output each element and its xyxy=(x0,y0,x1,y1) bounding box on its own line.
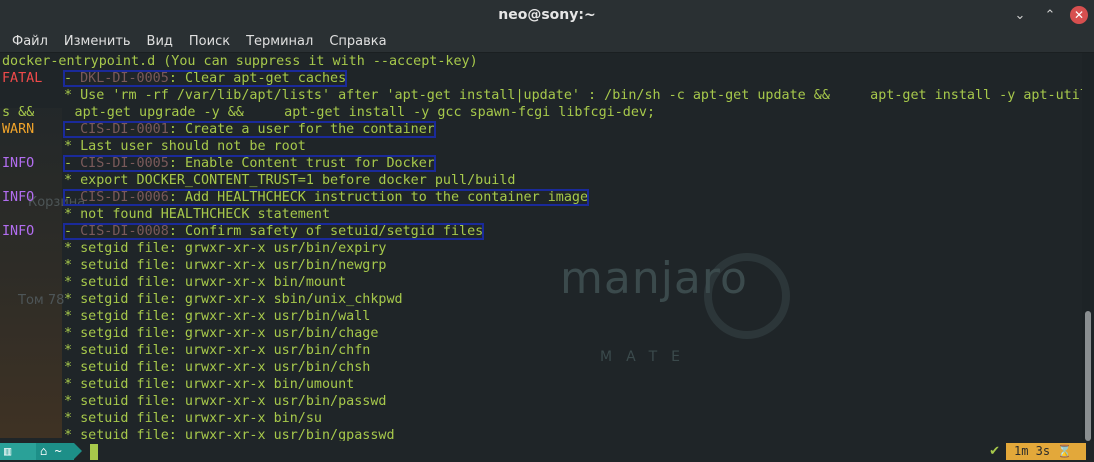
line-text: * setuid file: urwxr-xr-x usr/bin/chsh xyxy=(64,360,371,375)
line-text: * setuid file: urwxr-xr-x usr/bin/passwd xyxy=(64,394,387,409)
terminal-line: * Use 'rm -rf /var/lib/apt/lists' after … xyxy=(2,87,1082,104)
line-text: * setuid file: urwxr-xr-x usr/bin/chfn xyxy=(64,343,371,358)
terminal-line: docker-entrypoint.d (You can suppress it… xyxy=(2,53,1082,70)
menu-view[interactable]: Вид xyxy=(139,34,181,49)
check-title: Clear apt-get caches xyxy=(184,71,347,86)
check-title: Enable Content trust for Docker xyxy=(184,156,435,171)
check-code: DKL-DI-0005 xyxy=(80,71,169,86)
line-text: * setgid file: grwxr-xr-x usr/bin/expiry xyxy=(64,241,387,256)
menu-terminal[interactable]: Терминал xyxy=(238,34,321,49)
line-text: * setgid file: grwxr-xr-x usr/bin/wall xyxy=(64,309,371,324)
terminal-line: WARN - CIS-DI-0001: Create a user for the… xyxy=(2,121,1082,138)
line-text: * not found HEALTHCHECK statement xyxy=(64,207,331,222)
terminal-line: FATAL - DKL-DI-0005: Clear apt-get caches xyxy=(2,70,1082,87)
menu-search[interactable]: Поиск xyxy=(181,34,238,49)
line-text: docker-entrypoint.d (You can suppress it… xyxy=(2,54,478,69)
prompt-arrow-icon xyxy=(74,443,82,459)
menu-file[interactable]: Файл xyxy=(4,34,56,49)
terminal-line: INFO - CIS-DI-0008: Confirm safety of set… xyxy=(2,223,1082,240)
check-title: Create a user for the container xyxy=(184,122,435,137)
terminal-line: * setuid file: urwxr-xr-x bin/umount xyxy=(2,376,1082,393)
terminal-line: * export DOCKER_CONTENT_TRUST=1 before d… xyxy=(2,172,1082,189)
terminal-output[interactable]: manjaro MATE Корзина Том 78 docker-entry… xyxy=(0,53,1082,441)
terminal-line: * setuid file: urwxr-xr-x usr/bin/chfn xyxy=(2,342,1082,359)
log-level: INFO xyxy=(2,224,35,239)
shell-prompt[interactable]: ▥ ⌂ ~ ✔ 1m 3s ⌛ xyxy=(0,441,1094,462)
terminal-line: * setgid file: grwxr-xr-x usr/bin/expiry xyxy=(2,240,1082,257)
check-entry: - CIS-DI-0008: Confirm safety of setuid/… xyxy=(62,223,485,240)
terminal-line: * Last user should not be root xyxy=(2,138,1082,155)
terminal-line: * setgid file: grwxr-xr-x usr/bin/wall xyxy=(2,308,1082,325)
maximize-button[interactable]: ⌃ xyxy=(1040,5,1060,25)
window-title: neo@sony:~ xyxy=(498,7,596,23)
menu-help[interactable]: Справка xyxy=(321,34,394,49)
line-text: * setuid file: urwxr-xr-x usr/bin/newgrp xyxy=(64,258,387,273)
terminal-lines: docker-entrypoint.d (You can suppress it… xyxy=(2,53,1082,441)
check-code: CIS-DI-0005 xyxy=(80,156,169,171)
window-controls: ⌄ ⌃ ✕ xyxy=(1010,5,1088,25)
line-text: * setuid file: urwxr-xr-x bin/su xyxy=(64,411,322,426)
line-text: * setuid file: urwxr-xr-x bin/mount xyxy=(64,275,347,290)
log-level: INFO xyxy=(2,190,35,205)
terminal-line: * setuid file: urwxr-xr-x bin/mount xyxy=(2,274,1082,291)
check-entry: - CIS-DI-0001: Create a user for the con… xyxy=(63,121,436,138)
terminal-line: INFO - CIS-DI-0005: Enable Content trust … xyxy=(2,155,1082,172)
check-title: Add HEALTHCHECK instruction to the conta… xyxy=(184,190,589,205)
check-entry: - CIS-DI-0005: Enable Content trust for … xyxy=(63,155,436,172)
manjaro-icon: ▥ xyxy=(0,443,36,460)
log-level: FATAL xyxy=(2,71,43,86)
terminal-line: * setuid file: urwxr-xr-x usr/bin/chsh xyxy=(2,359,1082,376)
text-cursor[interactable] xyxy=(90,444,98,460)
line-text: * export DOCKER_CONTENT_TRUST=1 before d… xyxy=(64,173,516,188)
terminal-line: * setgid file: grwxr-xr-x usr/bin/chage xyxy=(2,325,1082,342)
check-icon: ✔ xyxy=(989,444,1000,459)
line-text: * Use 'rm -rf /var/lib/apt/lists' after … xyxy=(64,88,1082,103)
line-text: * Last user should not be root xyxy=(64,139,306,154)
title-bar[interactable]: neo@sony:~ ⌄ ⌃ ✕ xyxy=(0,0,1094,30)
terminal-line: * setuid file: urwxr-xr-x usr/bin/gpassw… xyxy=(2,427,1082,441)
check-title: Confirm safety of setuid/setgid files xyxy=(184,224,484,239)
menu-edit[interactable]: Изменить xyxy=(56,34,139,49)
terminal-line: * setuid file: urwxr-xr-x usr/bin/newgrp xyxy=(2,257,1082,274)
menu-bar: Файл Изменить Вид Поиск Терминал Справка xyxy=(0,30,1094,53)
scrollbar[interactable] xyxy=(1082,53,1094,441)
line-text: * setgid file: grwxr-xr-x sbin/unix_chkp… xyxy=(64,292,403,307)
check-entry: - CIS-DI-0006: Add HEALTHCHECK instructi… xyxy=(62,189,590,206)
terminal-line: * setgid file: grwxr-xr-x sbin/unix_chkp… xyxy=(2,291,1082,308)
terminal-line: * setuid file: urwxr-xr-x usr/bin/passwd xyxy=(2,393,1082,410)
check-code: CIS-DI-0001 xyxy=(80,122,169,137)
terminal-window: neo@sony:~ ⌄ ⌃ ✕ Файл Изменить Вид Поиск… xyxy=(0,0,1094,462)
close-button[interactable]: ✕ xyxy=(1070,6,1088,24)
line-text: * setgid file: grwxr-xr-x usr/bin/chage xyxy=(64,326,379,341)
line-text: * setuid file: urwxr-xr-x usr/bin/gpassw… xyxy=(64,428,395,441)
check-code: CIS-DI-0008 xyxy=(80,224,169,239)
home-icon: ⌂ ~ xyxy=(36,443,74,460)
terminal-line: INFO - CIS-DI-0006: Add HEALTHCHECK instr… xyxy=(2,189,1082,206)
log-level: INFO xyxy=(2,156,35,171)
line-text: s && apt-get upgrade -y && apt-get insta… xyxy=(2,105,656,120)
command-timer: 1m 3s ⌛ xyxy=(1006,443,1086,460)
line-text: * setuid file: urwxr-xr-x bin/umount xyxy=(64,377,355,392)
terminal-line: * not found HEALTHCHECK statement xyxy=(2,206,1082,223)
log-level: WARN xyxy=(2,122,35,137)
terminal-line: s && apt-get upgrade -y && apt-get insta… xyxy=(2,104,1082,121)
check-entry: - DKL-DI-0005: Clear apt-get caches xyxy=(62,70,348,87)
scrollbar-thumb[interactable] xyxy=(1085,311,1091,441)
minimize-button[interactable]: ⌄ xyxy=(1010,5,1030,25)
check-code: CIS-DI-0006 xyxy=(80,190,169,205)
terminal-line: * setuid file: urwxr-xr-x bin/su xyxy=(2,410,1082,427)
